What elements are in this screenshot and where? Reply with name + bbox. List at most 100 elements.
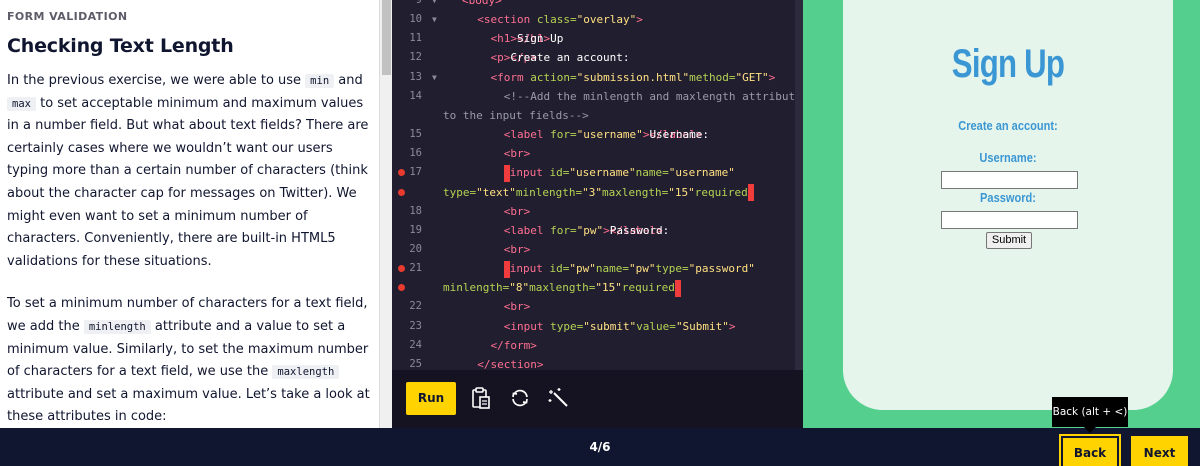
code-token: <body> [462,0,502,7]
code-line[interactable]: 11 <h1> Sign Up </h1> [392,29,795,48]
code-line[interactable]: 12 <p> Create an account: </p> [392,48,795,67]
line-number: 25 [409,357,422,370]
clipboard-icon[interactable] [470,386,494,410]
code-token: "username" [569,166,636,180]
code-token: "password" [688,262,755,276]
code-line[interactable]: 24 </form> [392,336,795,355]
lesson-scrollbar[interactable] [379,0,392,428]
line-number: 19 [409,223,422,236]
code-token: "username" [668,166,735,180]
code-text: <br> [504,297,531,316]
code-text: <p> Create an account: </p> [490,48,629,67]
fold-chevron-icon[interactable]: ▼ [432,68,437,87]
paragraph-text: In the previous exercise, we were able t… [7,73,306,88]
back-button[interactable]: Back [1059,434,1121,466]
code-token: <label [503,128,551,142]
paragraph-text: and [334,73,363,88]
code-line[interactable]: 16 <br> [392,144,795,163]
code-token: "overlay" [576,13,637,27]
code-line[interactable]: 9 ▼ <body> [392,0,795,10]
magic-wand-icon[interactable] [547,386,571,410]
code-token: <!--Add the minlength and maxlength attr… [503,89,795,103]
browser-preview: Sign Up Create an account: Username: Pas… [803,0,1200,428]
preview-title: Sign Up [951,42,1065,86]
code-token: <br> [503,300,531,314]
code-token: Username: [649,128,710,142]
code-text: input id="username" name="username" [503,163,735,182]
line-number: 9 [415,0,422,6]
code-token: for= [550,128,577,142]
code-line[interactable]: to the input fields--> [392,106,795,125]
line-number: 14 [409,89,422,102]
code-line[interactable]: type="text"minlength="3" maxlength="15" … [392,183,795,202]
line-number: 16 [409,147,422,160]
code-token: <br> [503,242,531,256]
fold-chevron-icon[interactable]: ▼ [432,0,437,10]
lesson-scrollbar-thumb[interactable] [382,0,391,75]
code-area[interactable]: 9 ▼ <body> 10 ▼ <section class="overlay"> 11 <h… [392,0,795,370]
password-label: Password: [980,190,1036,205]
inline-code: maxlength [272,365,340,380]
tooltip-arrow [1084,427,1096,433]
next-button[interactable]: Next [1131,436,1188,466]
code-token: minlength= [515,185,583,199]
code-editor[interactable]: 9 ▼ <body> 10 ▼ <section class="overlay"> 11 <h… [392,0,803,428]
line-number: 15 [409,128,422,141]
refresh-icon[interactable] [508,386,532,410]
code-line[interactable]: 20 <br> [392,240,795,259]
line-number: 13 [409,70,422,83]
code-text: <br> [504,240,531,259]
run-button[interactable]: Run [406,382,456,415]
code-scrollbar[interactable] [795,0,803,370]
lesson-content: FORM VALIDATION Checking Text Length In … [7,8,375,428]
code-token: <label [503,223,551,237]
fold-chevron-icon[interactable]: ▼ [432,10,437,29]
line-number: 12 [409,51,422,64]
password-field[interactable] [941,211,1078,229]
inline-code: minlength [83,319,151,334]
code-line[interactable]: 18 <br> [392,202,795,221]
code-line[interactable]: 13 ▼ <form action="submission.html" method… [392,68,795,87]
code-text: <label for="pw"> Password: </label> [503,221,670,240]
code-line[interactable]: 21 input id="pw" name="pw" type="password… [392,259,795,278]
code-token: "username" [576,128,643,142]
code-token: "pw" [628,262,656,276]
code-text: to the input fields--> [443,106,589,125]
code-text: <label for="username"> Username: </label> [503,125,709,144]
code-token: <p> [490,51,511,65]
code-token: </section> [477,357,544,370]
code-text: <form action="submission.html" method="G… [490,68,775,87]
code-line[interactable]: 25 </section> [392,355,795,370]
code-text: <section class="overlay"> [477,10,643,29]
code-line[interactable]: 22 <br> [392,297,795,316]
inline-code: max [7,96,36,111]
code-line[interactable]: 10 ▼ <section class="overlay"> [392,10,795,29]
code-token: <br> [503,204,531,218]
lesson-eyebrow: FORM VALIDATION [7,10,128,23]
submit-button[interactable]: Submit [986,232,1032,249]
username-field[interactable] [941,171,1078,189]
back-tooltip: Back (alt + <) [1052,397,1128,427]
code-line[interactable]: 15 <label for="username"> Username: </label… [392,125,795,144]
code-token: type= [443,185,477,199]
code-line[interactable]: 14 <!--Add the minlength and maxlength at… [392,87,795,106]
code-text: <br> [504,144,531,163]
code-token: "pw" [569,262,596,276]
code-line[interactable]: 17 input id="username" name="username" [392,163,795,182]
code-token: minlength= [443,281,510,295]
code-text: <input type="submit" value="Submit"> [504,317,736,336]
code-line[interactable]: 23 <input type="submit" value="Submit"> [392,317,795,336]
code-token: "submission.html" [576,70,690,84]
code-token: for= [550,223,577,237]
code-line[interactable]: minlength="8"maxlength="15" required [392,278,795,297]
code-token: "text" [476,185,516,199]
error-highlight [747,184,754,201]
code-token: "submit" [583,319,637,333]
code-line[interactable]: 19 <label for="pw"> Password: </label> [392,221,795,240]
username-label: Username: [979,150,1037,165]
